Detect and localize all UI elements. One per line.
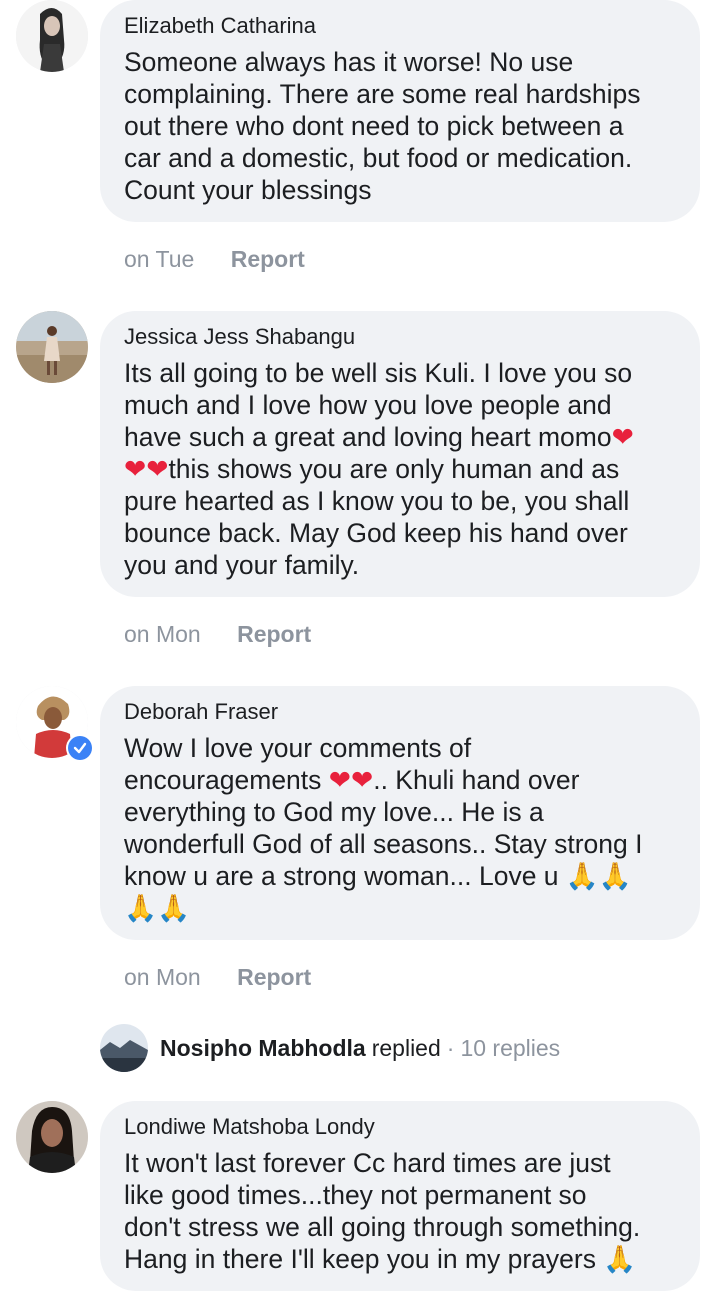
avatar-photo-icon — [100, 1024, 148, 1072]
separator-dot: · — [446, 1034, 455, 1061]
heart-emoji-icon: ❤ — [146, 454, 169, 484]
comment-actions: on Mon Report — [124, 619, 311, 649]
comment-text: It won't last forever Cc hard times are … — [124, 1148, 641, 1274]
reply-author[interactable]: Nosipho Mabhodla — [160, 1035, 366, 1062]
heart-emoji-icon: ❤ — [328, 765, 351, 795]
comment-bubble: Deborah Fraser Wow I love your comments … — [100, 686, 700, 940]
reply-verb: replied — [371, 1034, 441, 1061]
verified-badge — [66, 734, 94, 762]
checkmark-icon — [68, 736, 92, 760]
comment-text: Someone always has it worse! No use comp… — [124, 47, 641, 205]
report-button[interactable]: Report — [237, 962, 311, 992]
comment-text: Its all going to be well sis Kuli. I lov… — [124, 358, 634, 580]
comment-bubble: Jessica Jess Shabangu Its all going to b… — [100, 311, 700, 597]
praying-hands-emoji-icon: 🙏 — [124, 893, 157, 923]
comment-timestamp[interactable]: on Tue — [124, 244, 194, 274]
avatar-photo-icon — [16, 1101, 88, 1173]
comment-author[interactable]: Deborah Fraser — [124, 698, 676, 726]
comment-author[interactable]: Londiwe Matshoba Londy — [124, 1113, 676, 1141]
avatar[interactable] — [16, 311, 88, 383]
avatar-photo-icon — [16, 311, 88, 383]
avatar[interactable] — [16, 1101, 88, 1173]
comment-timestamp[interactable]: on Mon — [124, 962, 201, 992]
report-button[interactable]: Report — [237, 619, 311, 649]
view-replies-link[interactable]: Nosipho Mabhodla replied · 10 replies — [100, 1022, 560, 1074]
reply-avatar — [100, 1024, 148, 1072]
reply-count[interactable]: 10 replies — [460, 1035, 560, 1062]
heart-emoji-icon: ❤ — [351, 765, 374, 795]
comment-actions: on Mon Report — [124, 962, 311, 992]
praying-hands-emoji-icon: 🙏 — [598, 861, 632, 891]
comment-author[interactable]: Elizabeth Catharina — [124, 12, 676, 40]
praying-hands-emoji-icon: 🙏 — [603, 1244, 637, 1274]
heart-emoji-icon: ❤ — [611, 422, 634, 452]
avatar-photo-icon — [16, 0, 88, 72]
avatar[interactable] — [16, 0, 88, 72]
comment-actions: on Tue Report — [124, 244, 305, 274]
praying-hands-emoji-icon: 🙏 — [157, 893, 190, 923]
heart-emoji-icon: ❤ — [124, 454, 147, 484]
comment-bubble: Elizabeth Catharina Someone always has i… — [100, 0, 700, 222]
comment-timestamp[interactable]: on Mon — [124, 619, 201, 649]
praying-hands-emoji-icon: 🙏 — [565, 861, 599, 891]
report-button[interactable]: Report — [231, 244, 305, 274]
comment-text: Wow I love your comments of encouragemen… — [124, 733, 643, 923]
comment-author[interactable]: Jessica Jess Shabangu — [124, 323, 676, 351]
comment-bubble: Londiwe Matshoba Londy It won't last for… — [100, 1101, 700, 1291]
